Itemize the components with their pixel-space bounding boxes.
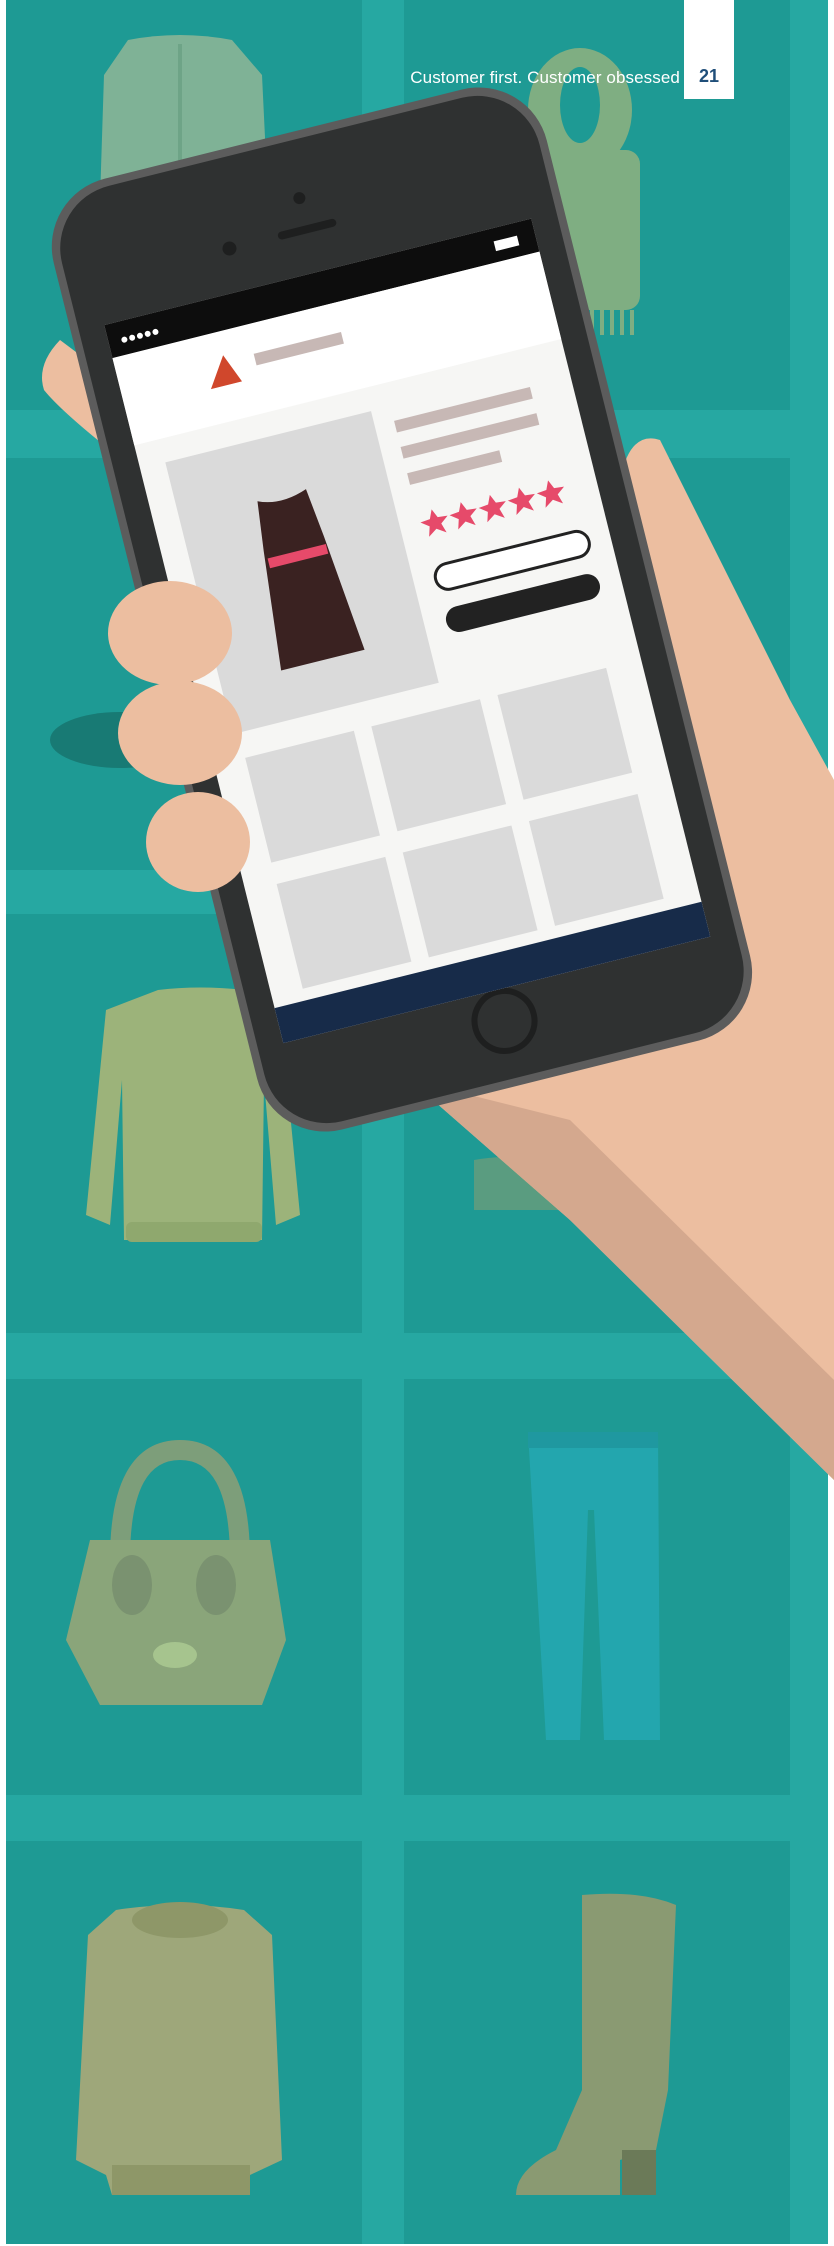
page-number: 21 (698, 66, 720, 86)
page-number-tab: 21 (684, 0, 734, 99)
header-tagline: Customer first. Customer obsessed (410, 68, 680, 87)
knit-sweater-icon (76, 1902, 282, 2195)
page-illustration (0, 0, 834, 2246)
